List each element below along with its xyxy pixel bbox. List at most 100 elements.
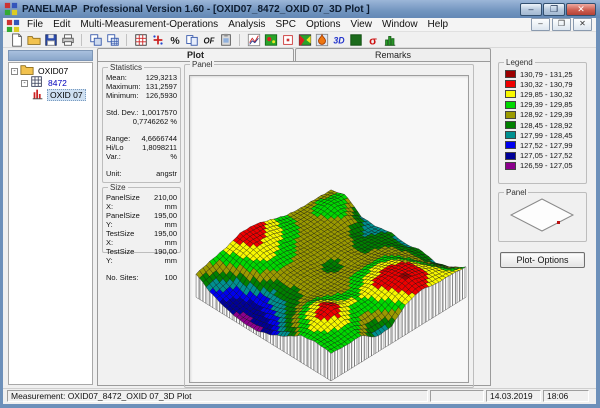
stat-row: TestSize Y: 190,00 mm <box>103 247 180 265</box>
tab-remarks[interactable]: Remarks <box>295 48 491 62</box>
statistics-title: Statistics <box>108 63 145 72</box>
mdi-minimize-button[interactable]: – <box>531 18 550 31</box>
status-date: 14.03.2019 <box>486 390 541 402</box>
menu-analysis[interactable]: Analysis <box>223 18 270 31</box>
legend-range-label: 127,99 - 128,45 <box>520 130 573 140</box>
flame-button[interactable] <box>313 32 330 47</box>
small-panel-button[interactable] <box>279 32 296 47</box>
stat-row: Range: 4,6666744 <box>103 134 180 143</box>
stat-value: 210,00 mm <box>154 193 177 211</box>
expander-minus-icon[interactable]: - <box>21 79 28 87</box>
mdi-close-button[interactable]: ✕ <box>573 18 592 31</box>
stat-value: 131,2597 <box>145 82 177 91</box>
copy-panel-button[interactable] <box>87 32 104 47</box>
stat-value: 190,00 mm <box>154 247 177 265</box>
legend-range-label: 129,85 - 130,32 <box>520 89 573 99</box>
legend-group: Legend 130,79 - 131,25 130,32 - 130,79 129… <box>498 58 587 184</box>
new-document-button[interactable] <box>8 32 25 47</box>
legend-entry: 128,45 - 128,92 <box>499 120 586 130</box>
plot-options-button[interactable]: Plot- Options <box>500 252 585 268</box>
panel-plot-title: Panel <box>190 60 215 69</box>
mdi-restore-button[interactable]: ❐ <box>552 18 571 31</box>
legend-entry: 127,05 - 127,52 <box>499 151 586 161</box>
open-folder-icon <box>26 33 41 47</box>
toolbar-group-2 <box>84 32 124 47</box>
of-symbol-button[interactable]: OF <box>200 32 217 47</box>
line-chart-button[interactable] <box>245 32 262 47</box>
print-button[interactable] <box>59 32 76 47</box>
toolbar-group-4: 3D σ <box>242 32 401 47</box>
panel-red-grid-button[interactable] <box>132 32 149 47</box>
legend-entry: 127,52 - 127,99 <box>499 140 586 150</box>
legend-color-swatch <box>505 100 516 109</box>
toolbar-group-3: % OF <box>129 32 237 47</box>
toolbar-separator <box>126 33 127 46</box>
percent-scale-button[interactable]: % <box>166 32 183 47</box>
panel-preview-group: Panel <box>498 188 587 242</box>
app-logo-icon <box>4 2 18 16</box>
save-button[interactable] <box>42 32 59 47</box>
minimize-button[interactable]: – <box>520 2 542 16</box>
stat-row: Maximum: 131,2597 <box>103 82 180 91</box>
stat-row: 0,7746262 % <box>103 117 180 126</box>
tree-item-oxid-07[interactable]: OXID 07 <box>9 89 92 101</box>
panel-red-grid-icon <box>134 33 148 47</box>
stat-value: 4,6666744 <box>141 134 177 143</box>
menu-view[interactable]: View <box>345 18 377 31</box>
stat-label: Hi/Lo Var.: <box>106 143 124 161</box>
copy-panel-grid-button[interactable] <box>104 32 121 47</box>
legend-range-label: 130,32 - 130,79 <box>520 79 573 89</box>
copy-panel-icon <box>89 33 103 47</box>
stat-label: Maximum: <box>106 82 141 91</box>
plot-3d-icon: 3D <box>332 33 346 47</box>
paste-clipboard-button[interactable] <box>217 32 234 47</box>
plot-3d-button[interactable]: 3D <box>330 32 347 47</box>
menu-help[interactable]: Help <box>423 18 454 31</box>
plot-canvas <box>189 75 469 383</box>
color-map-button[interactable] <box>296 32 313 47</box>
tree-item-8472[interactable]: - 8472 <box>9 76 92 89</box>
legend-title: Legend <box>504 58 535 67</box>
legend-color-swatch <box>505 131 516 140</box>
histogram-button[interactable] <box>381 32 398 47</box>
paste-clipboard-icon <box>219 33 233 47</box>
legend-entry: 127,99 - 128,45 <box>499 130 586 140</box>
stat-label: Minimum: <box>106 91 139 100</box>
menu-window[interactable]: Window <box>377 18 423 31</box>
maximize-button[interactable]: ❐ <box>543 2 565 16</box>
mdi-system-menu-icon[interactable] <box>6 19 20 32</box>
sigma-icon: σ <box>366 33 380 47</box>
legend-range-label: 130,79 - 131,25 <box>520 69 573 79</box>
toolbar-separator <box>81 33 82 46</box>
close-button[interactable]: ✕ <box>566 2 596 16</box>
menu-file[interactable]: File <box>22 18 48 31</box>
stat-label: Range: <box>106 134 131 143</box>
panel-outline-shape <box>509 198 575 232</box>
menu-multi-measurement-operations[interactable]: Multi-Measurement-Operations <box>75 18 223 31</box>
status-time: 18:06 <box>543 390 589 402</box>
sigma-button[interactable]: σ <box>364 32 381 47</box>
panel-preview-title: Panel <box>504 188 529 197</box>
application-window: PANELMAP Professional Version 1.60 - [OX… <box>0 0 600 408</box>
copy-pages-button[interactable] <box>183 32 200 47</box>
tree-panel-caption[interactable] <box>8 50 93 61</box>
menu-spc[interactable]: SPC <box>270 18 301 31</box>
legend-color-swatch <box>505 80 516 89</box>
expander-minus-icon[interactable]: - <box>11 67 18 75</box>
open-folder-button[interactable] <box>25 32 42 47</box>
menu-options[interactable]: Options <box>301 18 345 31</box>
solid-green-panel-button[interactable] <box>347 32 364 47</box>
of-symbol-icon: OF <box>202 33 216 47</box>
legend-entry: 130,32 - 130,79 <box>499 79 586 89</box>
svg-text:%: % <box>170 34 180 46</box>
stat-row: Std. Dev.: 1,0017570 <box>103 108 180 117</box>
tree-item-oxid07[interactable]: - OXID07 <box>9 65 92 77</box>
stat-row: PanelSize X: 210,00 mm <box>103 193 180 211</box>
add-measurement-points-button[interactable] <box>149 32 166 47</box>
menu-edit[interactable]: Edit <box>48 18 75 31</box>
green-map-button[interactable] <box>262 32 279 47</box>
stat-label: PanelSize X: <box>106 193 140 211</box>
status-bar: Measurement: OXID07_8472_OXID 07_3D Plot… <box>3 388 596 404</box>
